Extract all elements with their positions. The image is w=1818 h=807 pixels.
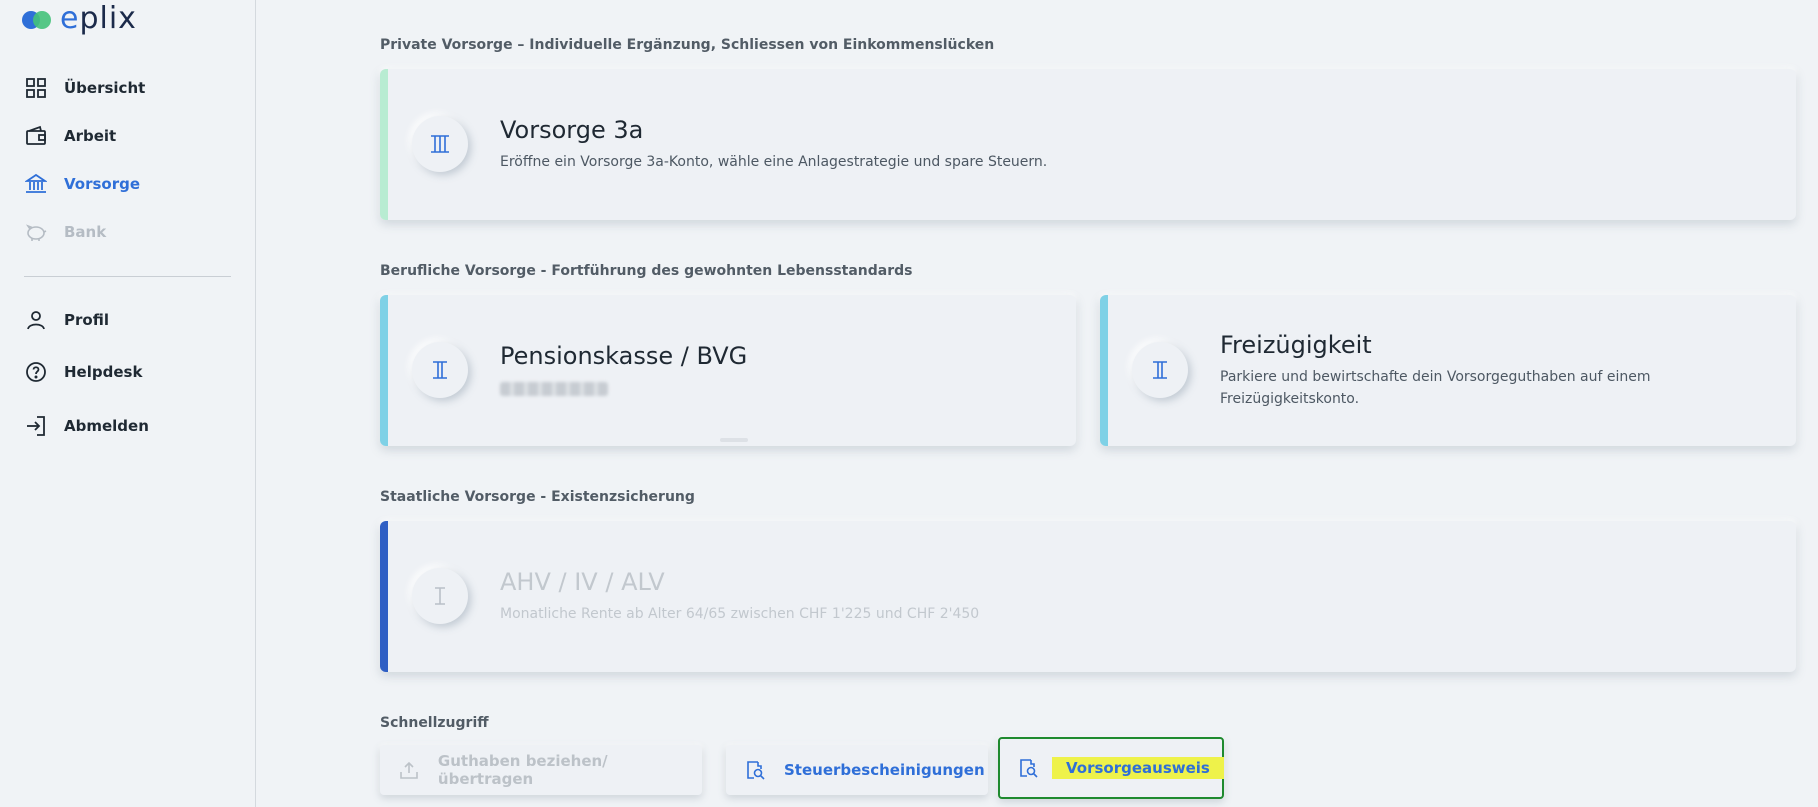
card-freizuegigkeit[interactable]: Freizügigkeit Parkiere und bewirtschafte… xyxy=(1100,295,1796,446)
quick-button-vorsorgeausweis[interactable]: Vorsorgeausweis xyxy=(998,737,1224,799)
section-title-occupational: Berufliche Vorsorge - Fortführung des ge… xyxy=(380,263,913,279)
card-vorsorge-3a[interactable]: Vorsorge 3a Eröffne ein Vorsorge 3a-Kont… xyxy=(380,69,1796,220)
nav-label: Bank xyxy=(64,223,107,241)
card-subtitle: Monatliche Rente ab Alter 64/65 zwischen… xyxy=(500,606,980,622)
quick-button-steuerbescheinigungen[interactable]: Steuerbescheinigungen xyxy=(726,745,988,795)
logo-mark-icon xyxy=(22,7,54,31)
brand-name: eplix xyxy=(60,1,137,36)
user-icon xyxy=(24,308,48,332)
nav-label: Profil xyxy=(64,311,109,329)
nav-item-abmelden[interactable]: Abmelden xyxy=(24,412,149,440)
nav-item-profil[interactable]: Profil xyxy=(24,306,109,334)
nav-item-bank[interactable]: Bank xyxy=(24,218,106,246)
section-title-private: Private Vorsorge – Individuelle Ergänzun… xyxy=(380,37,995,53)
nav-item-vorsorge[interactable]: Vorsorge xyxy=(24,170,140,198)
sidebar: eplix Übersicht Arbeit Vorsorge Bank Pro… xyxy=(0,0,256,807)
quick-button-label: Vorsorgeausweis xyxy=(1052,757,1224,779)
help-circle-icon xyxy=(24,360,48,384)
card-title: Pensionskasse / BVG xyxy=(500,342,748,370)
piggy-bank-icon xyxy=(24,220,48,244)
card-accent-bar xyxy=(380,521,388,672)
pillar-3-icon xyxy=(412,116,468,172)
logout-icon xyxy=(24,414,48,438)
nav-item-helpdesk[interactable]: Helpdesk xyxy=(24,358,142,386)
brand-logo[interactable]: eplix xyxy=(22,4,137,34)
scroll-handle xyxy=(720,438,748,442)
pillar-2-icon xyxy=(412,342,468,398)
nav-label: Vorsorge xyxy=(64,175,141,193)
card-title: Freizügigkeit xyxy=(1220,331,1372,359)
card-title: Vorsorge 3a xyxy=(500,116,644,144)
card-pensionskasse[interactable]: Pensionskasse / BVG xyxy=(380,295,1076,446)
card-subtitle-line-2: Freizügigkeitskonto. xyxy=(1220,391,1360,407)
bank-icon xyxy=(24,172,48,196)
quick-button-guthaben[interactable]: Guthaben beziehen/übertragen xyxy=(380,745,702,795)
section-title-state: Staatliche Vorsorge - Existenzsicherung xyxy=(380,489,695,505)
upload-icon xyxy=(398,759,420,781)
nav-label: Helpdesk xyxy=(64,363,143,381)
card-title: AHV / IV / ALV xyxy=(500,568,665,596)
card-accent-bar xyxy=(1100,295,1108,446)
quick-button-label: Guthaben beziehen/übertragen xyxy=(437,752,608,788)
nav-divider xyxy=(24,276,231,277)
quick-button-label: Steuerbescheinigungen xyxy=(784,761,985,779)
nav-label: Übersicht xyxy=(64,79,146,97)
redacted-value xyxy=(500,382,608,396)
nav-item-arbeit[interactable]: Arbeit xyxy=(24,122,116,150)
grid-icon xyxy=(24,76,48,100)
pillar-1-icon xyxy=(412,568,468,624)
section-title-quick: Schnellzugriff xyxy=(380,715,489,731)
nav-label: Abmelden xyxy=(64,417,149,435)
wallet-icon xyxy=(24,124,48,148)
card-ahv[interactable]: AHV / IV / ALV Monatliche Rente ab Alter… xyxy=(380,521,1796,672)
card-accent-bar xyxy=(380,295,388,446)
document-search-icon xyxy=(744,759,766,781)
nav-item-uebersicht[interactable]: Übersicht xyxy=(24,74,145,102)
card-accent-bar xyxy=(380,69,388,220)
card-subtitle: Eröffne ein Vorsorge 3a-Konto, wähle ein… xyxy=(500,154,1048,170)
nav-label: Arbeit xyxy=(64,127,117,145)
document-search-icon xyxy=(1018,757,1038,779)
pillar-2-icon xyxy=(1132,342,1188,398)
card-subtitle-line-1: Parkiere und bewirtschafte dein Vorsorge… xyxy=(1220,369,1651,385)
